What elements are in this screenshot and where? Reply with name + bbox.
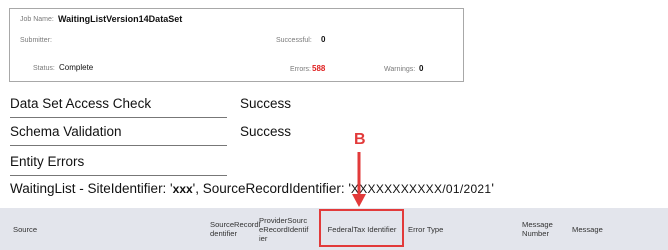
column-header-message-number[interactable]: Message Number [518, 208, 558, 250]
divider [10, 145, 227, 146]
site-identifier-value: xxx [172, 182, 193, 196]
data-set-access-check-status: Success [240, 96, 292, 111]
identifier-prefix: WaitingList - SiteIdentifier: ' [10, 181, 173, 196]
errors-label: Errors: [290, 66, 311, 73]
job-name-label: Job Name: [20, 16, 54, 23]
column-header-error-type[interactable]: Error Type [404, 208, 474, 250]
entity-identifier-line: WaitingList - SiteIdentifier: 'xxx', Sou… [10, 181, 494, 196]
annotation-marker-b: B [354, 131, 366, 148]
successful-value: 0 [321, 35, 326, 44]
status-value: Complete [59, 63, 94, 72]
warnings-label: Warnings: [384, 66, 416, 73]
warnings-value: 0 [419, 64, 424, 73]
errors-value[interactable]: 588 [312, 64, 325, 73]
job-summary-panel: Job Name: WaitingListVersion14DataSet Su… [9, 8, 464, 82]
identifier-middle: ', SourceRecordIdentifier: ' [192, 181, 351, 196]
schema-validation-label: Schema Validation [10, 124, 122, 139]
schema-validation-status: Success [240, 124, 292, 139]
down-arrow-icon [352, 152, 366, 207]
status-label: Status: [33, 65, 55, 72]
entity-errors-heading: Entity Errors [10, 154, 85, 169]
source-record-identifier-value: XXXXXXXXXXX/01/2021 [350, 182, 492, 196]
column-header-provider-source-record-identifier[interactable]: ProviderSourc eRecordIdentif ier [255, 208, 315, 250]
data-set-access-check-label: Data Set Access Check [10, 96, 152, 111]
submitter-label: Submitter: [20, 37, 52, 44]
identifier-suffix: ' [491, 181, 494, 196]
divider [10, 175, 227, 176]
column-header-source-record-identifier[interactable]: SourceRecordI dentifier [206, 208, 261, 250]
column-header-source[interactable]: Source [9, 208, 169, 250]
column-header-message[interactable]: Message [568, 208, 658, 250]
highlight-box [319, 209, 404, 247]
divider [10, 117, 227, 118]
job-name-value: WaitingListVersion14DataSet [58, 14, 183, 24]
successful-label: Successful: [276, 37, 312, 44]
